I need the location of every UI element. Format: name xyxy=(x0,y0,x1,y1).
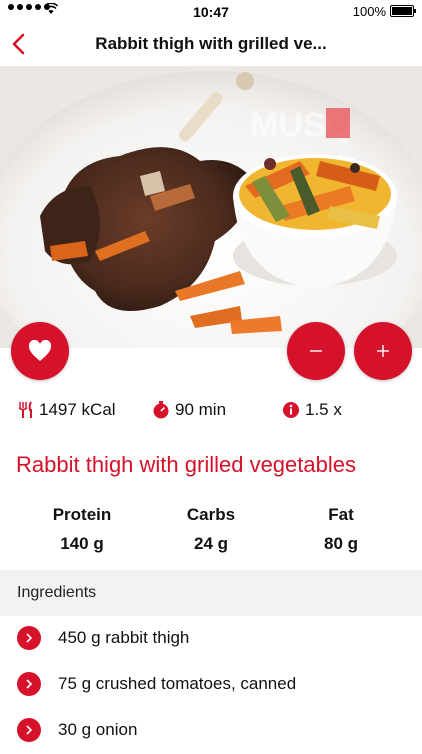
fat-value: 80 g xyxy=(323,534,359,553)
favorite-button[interactable] xyxy=(11,322,69,380)
decrease-portion-button[interactable] xyxy=(287,322,345,380)
macronutrients: Protein 140 g Carbs 24 g Fat 80 g xyxy=(0,505,422,561)
navigation-bar: Rabbit thigh with grilled ve... xyxy=(0,22,422,66)
duration-stat: 90 min xyxy=(152,400,226,420)
plus-icon xyxy=(377,345,389,357)
back-button[interactable] xyxy=(6,30,34,58)
timer-icon xyxy=(153,401,169,419)
minus-icon xyxy=(310,350,322,352)
protein-label: Protein xyxy=(52,505,112,524)
ingredients-header-label: Ingredients xyxy=(17,584,97,601)
battery-percent: 100% xyxy=(352,4,386,19)
ingredient-label: 450 g rabbit thigh xyxy=(58,628,190,647)
page-title: Rabbit thigh with grilled ve... xyxy=(95,34,327,53)
fat-label: Fat xyxy=(328,505,354,524)
ingredient-item[interactable]: 30 g onion xyxy=(0,708,422,754)
duration-value: 90 min xyxy=(175,400,227,419)
chevron-right-icon xyxy=(17,626,41,650)
ingredient-label: 75 g crushed tomatoes, canned xyxy=(58,674,297,693)
recipe-title: Rabbit thigh with grilled vegetables xyxy=(16,452,356,477)
carbs-macro: Carbs 24 g xyxy=(151,505,271,554)
protein-value: 140 g xyxy=(60,534,104,553)
chevron-right-icon xyxy=(17,672,41,696)
calories-stat: 1497 kCal xyxy=(18,400,116,420)
protein-macro: Protein 140 g xyxy=(22,505,142,554)
portion-factor-stat: 1.5 x xyxy=(282,400,342,420)
chevron-left-icon xyxy=(12,33,25,55)
heart-icon xyxy=(28,340,52,361)
recipe-stats: 1497 kCal 90 min 1.5 x xyxy=(0,398,422,426)
carbs-value: 24 g xyxy=(193,534,229,553)
ingredient-label: 30 g onion xyxy=(58,720,138,739)
recipe-photo: MUSQ xyxy=(0,66,422,348)
portion-factor-value: 1.5 x xyxy=(305,400,342,419)
ingredients-header: Ingredients xyxy=(0,570,422,616)
cutlery-icon xyxy=(18,401,32,418)
ingredient-item[interactable]: 450 g rabbit thigh xyxy=(0,616,422,662)
calories-value: 1497 kCal xyxy=(39,400,116,419)
chevron-right-icon xyxy=(17,718,41,742)
ingredient-item[interactable]: 75 g crushed tomatoes, canned xyxy=(0,662,422,708)
fat-macro: Fat 80 g xyxy=(281,505,401,554)
battery-icon xyxy=(390,5,416,17)
carbs-label: Carbs xyxy=(186,505,236,524)
increase-portion-button[interactable] xyxy=(354,322,412,380)
status-bar: 10:47 100% xyxy=(0,0,422,22)
info-icon xyxy=(283,402,299,418)
